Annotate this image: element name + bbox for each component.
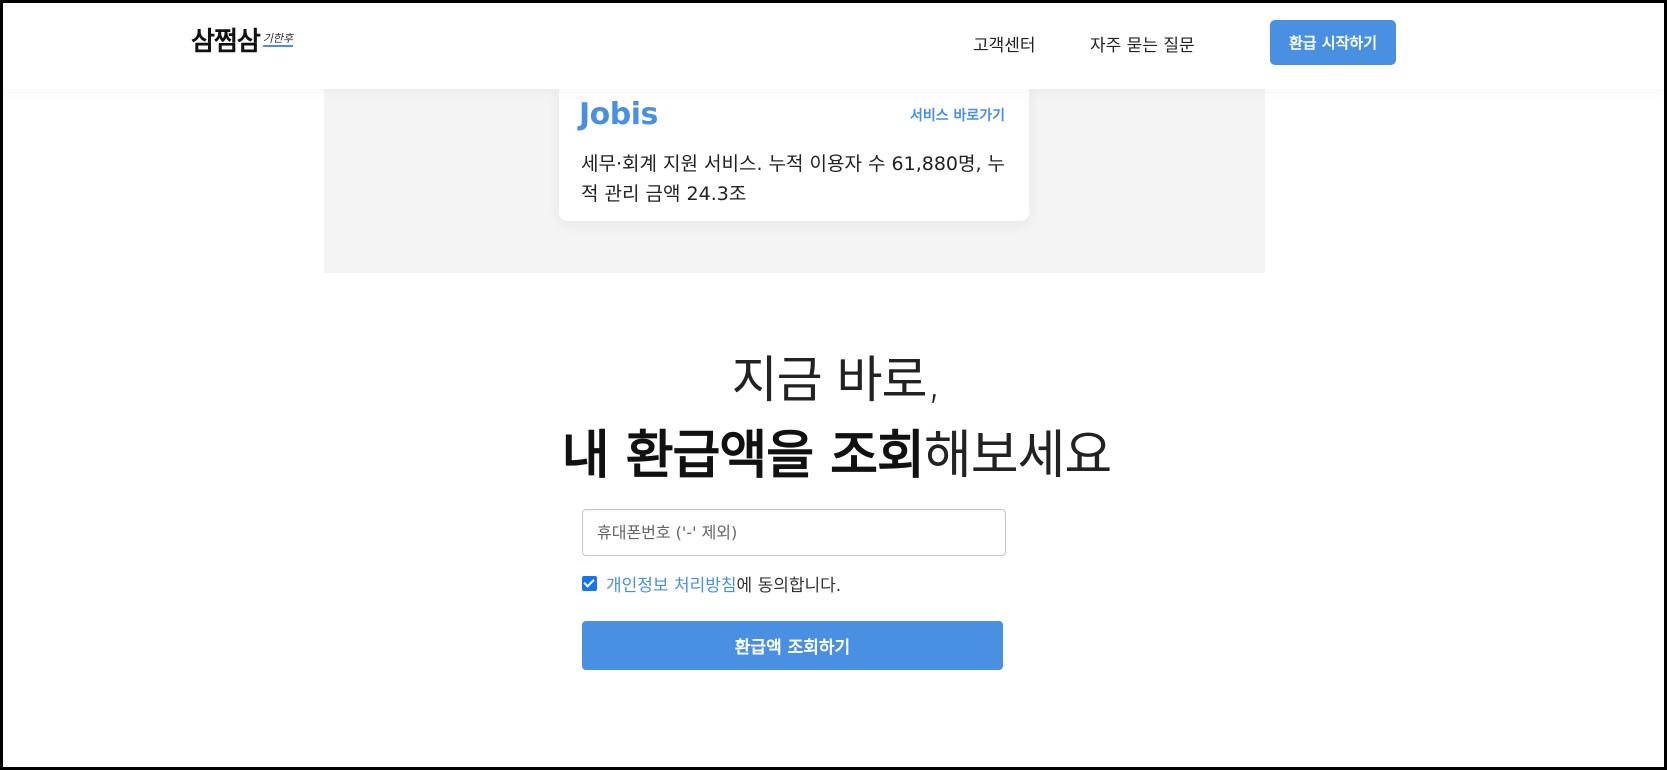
logo-subtext: 기한후 (262, 32, 294, 47)
page-frame: 삼쩜삼 기한후 고객센터 자주 묻는 질문 환급 시작하기 Jobis 서비스 … (0, 0, 1667, 770)
agree-checkbox[interactable] (582, 576, 597, 591)
lookup-refund-button[interactable]: 환급액 조회하기 (582, 621, 1003, 670)
hero-title-line2: 내 환급액을 조회해보세요 (3, 413, 1664, 488)
privacy-policy-link[interactable]: 개인정보 처리방침 (606, 571, 737, 596)
service-brand: Jobis (579, 97, 658, 132)
agree-suffix: 에 동의합니다. (736, 576, 842, 596)
service-description: 세무·회계 지원 서비스. 누적 이용자 수 61,880명, 누적 관리 금액… (581, 153, 1006, 205)
privacy-agreement: 개인정보 처리방침 에 동의합니다. (582, 571, 841, 596)
hero-title-strong: 내 환급액을 조회 (561, 426, 925, 486)
hero-title-line1: 지금 바로, (731, 351, 943, 409)
hero-title-light: 해보세요 (923, 426, 1112, 486)
service-link[interactable]: 서비스 바로가기 (910, 105, 1005, 125)
start-refund-button[interactable]: 환급 시작하기 (1270, 20, 1396, 65)
phone-input[interactable] (582, 509, 1006, 556)
service-card: Jobis 서비스 바로가기 세무·회계 지원 서비스. 누적 이용자 수 61… (559, 79, 1029, 221)
site-header: 삼쩜삼 기한후 고객센터 자주 묻는 질문 환급 시작하기 (3, 3, 1664, 89)
nav-faq[interactable]: 자주 묻는 질문 (1090, 31, 1195, 56)
nav-customer-center[interactable]: 고객센터 (973, 31, 1036, 56)
site-logo[interactable]: 삼쩜삼 기한후 (191, 27, 294, 57)
logo-text: 삼쩜삼 (191, 27, 261, 57)
